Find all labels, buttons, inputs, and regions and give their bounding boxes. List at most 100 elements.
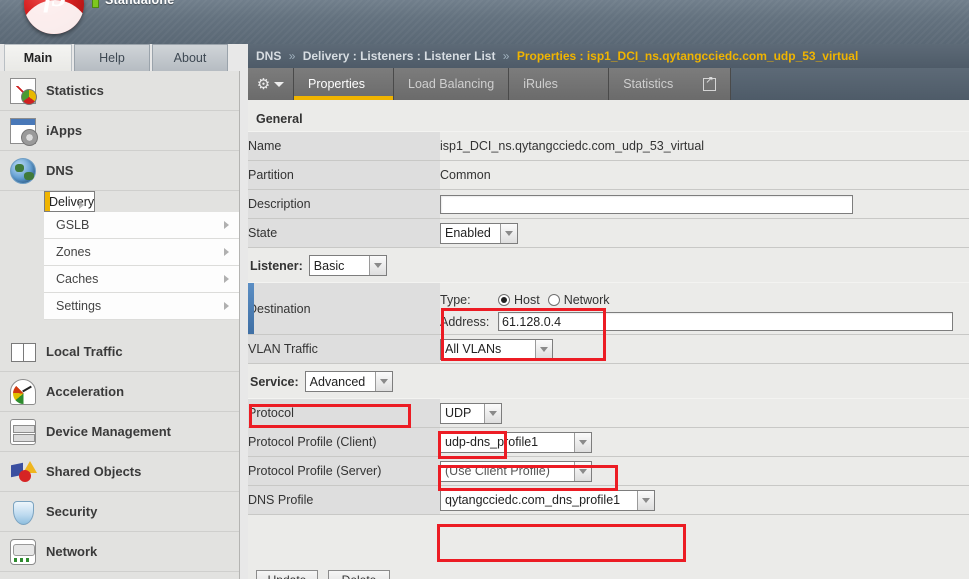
- tab-irules[interactable]: iRules: [509, 68, 610, 100]
- protocol-profile-client-value: udp-dns_profile1: [445, 435, 539, 449]
- protocol-profile-server-select[interactable]: (Use Client Profile): [440, 460, 592, 482]
- network-icon: [10, 538, 36, 565]
- tab-label: Properties: [308, 77, 365, 91]
- destination-address-line: Address:: [440, 311, 969, 333]
- submenu-label: Settings: [56, 299, 102, 313]
- sidebar-item-delivery[interactable]: Delivery: [44, 191, 96, 212]
- radio-network[interactable]: [547, 293, 560, 306]
- tab-about[interactable]: About: [152, 44, 228, 71]
- protocol-select[interactable]: UDP: [440, 402, 502, 424]
- sidebar-item-caches[interactable]: Caches: [44, 266, 239, 293]
- protocol-profile-client-select[interactable]: udp-dns_profile1: [440, 431, 592, 453]
- row-label-protocol-profile-server: Protocol Profile (Server): [248, 456, 440, 486]
- row-label: Partition: [248, 160, 440, 190]
- submenu-label: GSLB: [56, 218, 90, 232]
- breadcrumb-root[interactable]: DNS: [256, 49, 281, 63]
- chevron-right-icon: [79, 201, 85, 209]
- protocol-profile-server-value: (Use Client Profile): [445, 464, 550, 478]
- tab-label: iRules: [523, 77, 558, 91]
- sidebar-item-label: Local Traffic: [46, 344, 123, 359]
- submenu-label: Caches: [56, 272, 99, 286]
- sidebar-item-security[interactable]: Security: [0, 492, 239, 532]
- statistics-icon: [10, 77, 37, 105]
- sidebar-item-shared-objects[interactable]: Shared Objects: [0, 452, 239, 492]
- row-value-name: isp1_DCI_ns.qytangcciedc.com_udp_53_virt…: [440, 131, 969, 161]
- service-mode-select[interactable]: Advanced: [304, 371, 393, 392]
- dns-submenu: Delivery GSLB Zones Caches Settings: [0, 191, 239, 320]
- dns-profile-select[interactable]: qytangcciedc.com_dns_profile1: [440, 489, 655, 511]
- sidebar-item-network[interactable]: Network: [0, 532, 239, 572]
- chevron-down-icon: [484, 403, 501, 423]
- tab-main[interactable]: Main: [4, 44, 72, 71]
- table-row: Protocol Profile (Client) udp-dns_profil…: [248, 427, 969, 457]
- listener-label: Listener:: [250, 258, 303, 273]
- sidebar-item-label: Network: [46, 544, 98, 559]
- listener-mode-select[interactable]: Basic: [308, 255, 387, 276]
- sidebar-item-label: Device Management: [46, 424, 171, 439]
- sidebar-item-statistics[interactable]: Statistics: [0, 71, 239, 111]
- chevron-down-icon: [368, 256, 386, 275]
- popout-icon[interactable]: [703, 75, 717, 91]
- sidebar-item-settings[interactable]: Settings: [44, 293, 239, 320]
- properties-panel: General Name isp1_DCI_ns.qytangcciedc.co…: [248, 100, 969, 579]
- row-value-protocol-profile-client: udp-dns_profile1: [440, 427, 969, 457]
- f5-logo-icon: f5: [24, 0, 84, 34]
- destination-address-input[interactable]: [498, 312, 953, 331]
- general-table: Name isp1_DCI_ns.qytangcciedc.com_udp_53…: [248, 131, 969, 248]
- main-tab-strip: Main Help About: [0, 44, 240, 71]
- breadcrumb-path[interactable]: Delivery : Listeners : Listener List: [303, 49, 496, 63]
- breadcrumb: DNS » Delivery : Listeners : Listener Li…: [248, 44, 969, 68]
- update-button[interactable]: Update: [256, 570, 318, 579]
- radio-host-label: Host: [514, 292, 540, 307]
- listener-mode-row: Listener: Basic: [248, 248, 969, 282]
- dns-globe-icon: [10, 157, 36, 184]
- sidebar-item-dns[interactable]: DNS: [0, 151, 239, 191]
- tab-statistics[interactable]: Statistics: [609, 68, 732, 100]
- active-row-marker: [248, 283, 254, 334]
- vlan-traffic-select[interactable]: All VLANs: [440, 338, 553, 360]
- address-label: Address:: [440, 314, 490, 329]
- breadcrumb-separator: »: [502, 49, 510, 63]
- sidebar-item-label: Statistics: [46, 83, 104, 98]
- state-select[interactable]: Enabled: [440, 222, 518, 244]
- footer-button-row: Update Delete: [256, 570, 390, 579]
- gear-menu-button[interactable]: ⚙: [248, 68, 294, 100]
- listener-table: Destination Type: Host Network Address: …: [248, 282, 969, 364]
- sidebar-item-device-management[interactable]: Device Management: [0, 412, 239, 452]
- table-row: Protocol UDP: [248, 398, 969, 428]
- tab-help[interactable]: Help: [74, 44, 150, 71]
- description-input[interactable]: [440, 194, 853, 214]
- destination-block: Type: Host Network Address:: [440, 285, 969, 333]
- content-tab-strip: ⚙ Properties Load Balancing iRules Stati…: [248, 68, 969, 100]
- status-led-icon: [92, 0, 99, 8]
- submenu-label: Delivery: [49, 194, 95, 209]
- sidebar-item-zones[interactable]: Zones: [44, 239, 239, 266]
- row-label-dns-profile: DNS Profile: [248, 485, 440, 515]
- sidebar-item-gslb[interactable]: GSLB: [44, 212, 239, 239]
- chevron-down-icon: [574, 432, 591, 452]
- table-row: State Enabled: [248, 218, 969, 248]
- local-traffic-icon: [10, 339, 36, 365]
- row-label-text: Destination: [248, 301, 311, 316]
- tab-load-balancing[interactable]: Load Balancing: [394, 68, 510, 100]
- sidebar-item-iapps[interactable]: iApps: [0, 111, 239, 151]
- sidebar-item-local-traffic[interactable]: Local Traffic: [0, 332, 239, 372]
- table-row: Description: [248, 189, 969, 219]
- row-label-protocol: Protocol: [248, 398, 440, 428]
- table-row: Partition Common: [248, 160, 969, 190]
- logo-mark-text: f5: [24, 0, 84, 20]
- destination-type-line: Type: Host Network: [440, 289, 969, 311]
- device-management-icon: [10, 418, 36, 445]
- table-row: Name isp1_DCI_ns.qytangcciedc.com_udp_53…: [248, 131, 969, 161]
- row-value-destination: Type: Host Network Address:: [440, 282, 969, 335]
- sidebar-item-acceleration[interactable]: Acceleration: [0, 372, 239, 412]
- delete-button[interactable]: Delete: [328, 570, 390, 579]
- service-table: Protocol UDP Protocol Profile (Client) u…: [248, 398, 969, 515]
- top-banner: f5 Standalone: [0, 0, 969, 44]
- submenu-spacer: [0, 320, 239, 332]
- radio-host[interactable]: [498, 293, 510, 306]
- service-mode-row: Service: Advanced: [248, 364, 969, 398]
- row-label-vlan: VLAN Traffic: [248, 334, 440, 364]
- acceleration-gauge-icon: [10, 378, 36, 405]
- tab-properties[interactable]: Properties: [294, 68, 394, 100]
